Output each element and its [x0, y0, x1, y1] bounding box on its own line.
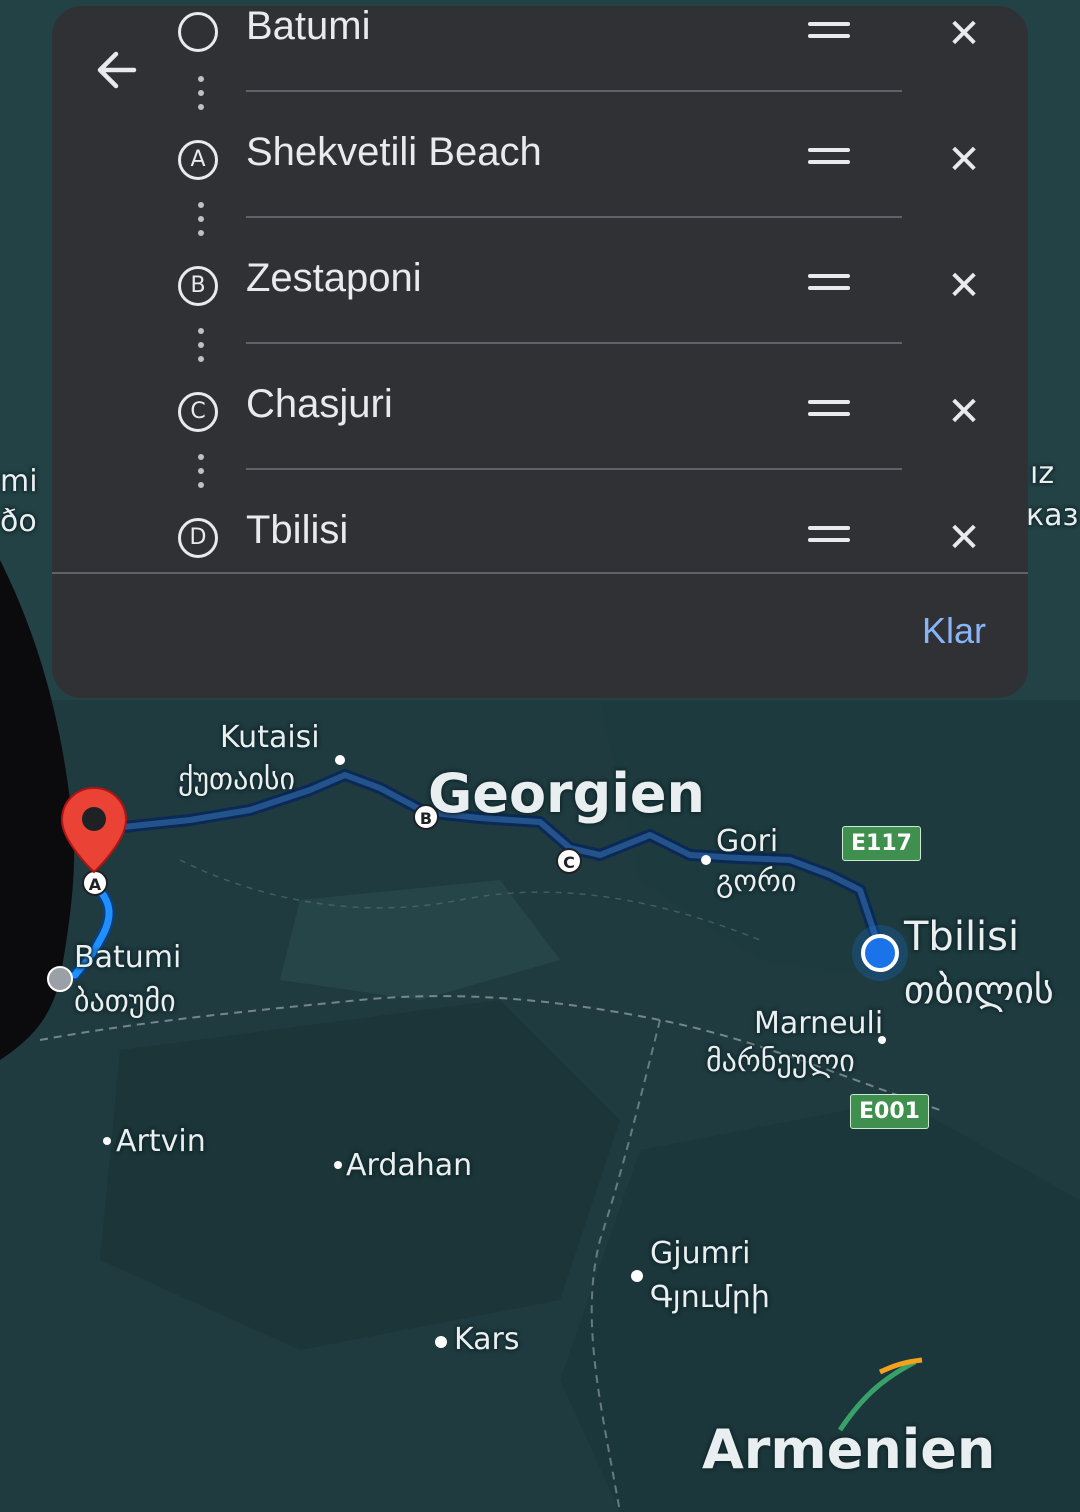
city-local-batumi: ბათუმი [74, 984, 176, 1019]
country-label-georgia: Georgien [428, 762, 705, 825]
edge-label-left-1: mi [0, 464, 38, 499]
city-local-marneuli: მარნეული [706, 1044, 855, 1079]
remove-stop-b-button[interactable]: ✕ [942, 264, 986, 308]
stop-row-c[interactable]: C Chasjuri ✕ [52, 382, 1028, 514]
current-location-icon [852, 925, 908, 981]
stop-label-d[interactable]: Tbilisi [246, 508, 348, 553]
city-local-gjumri: Գյումրի [650, 1280, 770, 1315]
stop-row-a[interactable]: A Shekvetili Beach ✕ [52, 130, 1028, 262]
remove-stop-d-button[interactable]: ✕ [942, 516, 986, 560]
remove-stop-a-button[interactable]: ✕ [942, 138, 986, 182]
stop-row-origin[interactable]: Batumi ✕ [52, 6, 1028, 136]
drag-handle-icon[interactable] [808, 400, 850, 420]
city-label-kars: Kars [454, 1322, 520, 1357]
divider [246, 342, 902, 344]
remove-stop-origin-button[interactable]: ✕ [942, 12, 986, 56]
city-label-marneuli: Marneuli [754, 1006, 884, 1041]
stop-label-a[interactable]: Shekvetili Beach [246, 130, 542, 175]
edge-label-right-2: каз [1026, 498, 1079, 533]
stop-marker-b-icon: B [178, 266, 218, 306]
country-label-armenia: Armenien [702, 1418, 996, 1481]
screen: A B C Kutaisi ქუთაისი Georgien Gori გორი… [0, 0, 1080, 1512]
route-marker-a[interactable]: A [82, 870, 108, 896]
divider [246, 216, 902, 218]
stop-label-origin[interactable]: Batumi [246, 6, 371, 49]
stop-row-d[interactable]: D Tbilisi ✕ [52, 508, 1028, 640]
city-label-artvin: Artvin [116, 1124, 206, 1159]
route-marker-c[interactable]: C [556, 848, 582, 874]
origin-circle-icon [178, 12, 218, 52]
city-local-kutaisi: ქუთაისი [178, 762, 296, 797]
city-label-gori: Gori [716, 824, 779, 859]
drag-handle-icon[interactable] [808, 148, 850, 168]
city-label-ardahan: Ardahan [346, 1148, 473, 1183]
route-stops-panel: Batumi ✕ A Shekvetili Beach ✕ B Zestapon… [52, 6, 1028, 698]
stop-label-c[interactable]: Chasjuri [246, 382, 393, 427]
divider [246, 90, 902, 92]
road-badge-e001: E001 [850, 1094, 929, 1129]
edge-label-left-2: ðo [0, 504, 37, 539]
edge-label-right-1: ız [1030, 456, 1055, 491]
route-marker-c-text: C [563, 853, 575, 872]
stop-marker-d-icon: D [178, 518, 218, 558]
drag-handle-icon[interactable] [808, 526, 850, 546]
city-label-gjumri: Gjumri [650, 1236, 751, 1271]
city-label-tbilisi: Tbilisi [904, 914, 1020, 960]
city-label-kutaisi: Kutaisi [220, 720, 320, 755]
road-badge-e117: E117 [842, 826, 921, 861]
stop-row-b[interactable]: B Zestaponi ✕ [52, 256, 1028, 388]
stop-label-b[interactable]: Zestaponi [246, 256, 422, 301]
panel-divider [52, 572, 1028, 574]
divider [246, 468, 902, 470]
drag-handle-icon[interactable] [808, 22, 850, 42]
city-local-tbilisi: თბილის [904, 968, 1054, 1012]
remove-stop-c-button[interactable]: ✕ [942, 390, 986, 434]
city-local-gori: გორი [716, 864, 797, 899]
done-button[interactable]: Klar [922, 610, 986, 652]
route-marker-a-text: A [89, 875, 102, 894]
stop-marker-a-icon: A [178, 140, 218, 180]
drag-handle-icon[interactable] [808, 274, 850, 294]
city-label-batumi: Batumi [74, 940, 182, 975]
stop-marker-c-icon: C [178, 392, 218, 432]
